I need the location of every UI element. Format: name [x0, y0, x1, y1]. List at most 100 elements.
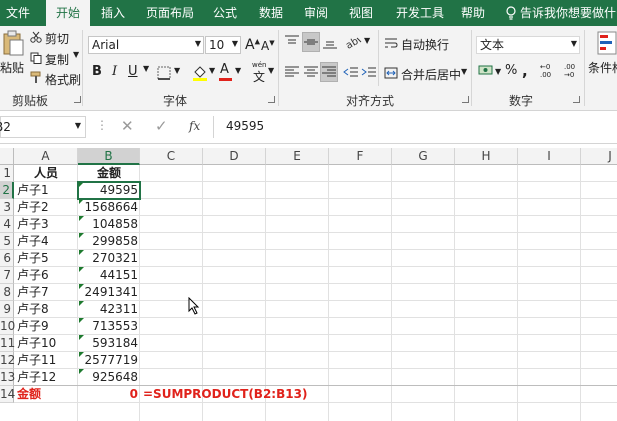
- cancel-entry-icon[interactable]: ✕: [121, 117, 134, 135]
- column-header-f[interactable]: F: [329, 148, 392, 165]
- number-launcher-icon[interactable]: [573, 96, 580, 103]
- underline-button[interactable]: U: [128, 64, 138, 79]
- paste-button[interactable]: 粘贴: [0, 59, 24, 76]
- cell-amount[interactable]: 42311: [78, 301, 140, 318]
- row-header[interactable]: 10: [0, 318, 15, 335]
- align-right-icon[interactable]: [321, 64, 337, 80]
- tab-developer[interactable]: 开发工具: [396, 0, 444, 26]
- tab-home[interactable]: 开始: [46, 0, 90, 26]
- cell-name[interactable]: 卢子7: [14, 284, 78, 301]
- worksheet-grid[interactable]: A B C D E F G H I J 1 人员 金额 2 卢子1 49595 3 卢子2 1568664 4 卢子3 1…: [0, 148, 617, 421]
- cell-amount[interactable]: 49595: [78, 182, 140, 199]
- cell-amount[interactable]: 925648: [78, 369, 140, 386]
- row-header[interactable]: 2: [0, 182, 14, 199]
- format-painter-button[interactable]: 格式刷: [45, 71, 81, 88]
- column-header-g[interactable]: G: [392, 148, 455, 165]
- row-header[interactable]: 8: [0, 284, 14, 301]
- row-header[interactable]: 5: [0, 233, 14, 250]
- copy-button[interactable]: 复制: [45, 51, 69, 68]
- cell-name[interactable]: 卢子12: [14, 369, 78, 386]
- increase-font-size-icon[interactable]: A▲: [245, 37, 260, 53]
- bold-button[interactable]: B: [92, 64, 102, 79]
- cell-name[interactable]: 卢子3: [14, 216, 78, 233]
- align-left-icon[interactable]: [284, 64, 300, 80]
- cell-amount[interactable]: 713553: [78, 318, 140, 335]
- tab-formulas[interactable]: 公式: [213, 0, 237, 26]
- font-size-select[interactable]: 10 ▼: [205, 36, 241, 54]
- cell-amount[interactable]: 2491341: [78, 284, 140, 301]
- increase-decimal-icon[interactable]: ←0.00: [540, 63, 551, 79]
- column-header-c[interactable]: C: [140, 148, 203, 165]
- column-header-e[interactable]: E: [266, 148, 329, 165]
- merge-center-button[interactable]: 合并后居中: [401, 66, 461, 83]
- row-header[interactable]: 6: [0, 250, 14, 267]
- cell-amount[interactable]: 0: [78, 386, 140, 403]
- row-header[interactable]: 11: [0, 335, 15, 352]
- wrap-text-button[interactable]: 自动换行: [401, 36, 449, 53]
- conditional-formatting-button[interactable]: 条件格式: [588, 59, 617, 76]
- cell-name[interactable]: 卢子10: [14, 335, 78, 352]
- cell-amount[interactable]: 1568664: [78, 199, 140, 216]
- decrease-indent-icon[interactable]: [343, 64, 359, 80]
- tab-view[interactable]: 视图: [349, 0, 373, 26]
- conditional-formatting-icon[interactable]: [597, 31, 617, 55]
- cell-name[interactable]: 卢子8: [14, 301, 78, 318]
- paste-icon[interactable]: [2, 30, 24, 56]
- cell-amount[interactable]: 270321: [78, 250, 140, 267]
- header-cell-amount[interactable]: 金额: [78, 165, 140, 182]
- row-header[interactable]: 4: [0, 216, 14, 233]
- accounting-dropdown-icon[interactable]: ▼: [495, 67, 501, 76]
- cell-formula-text[interactable]: =SUMPRODUCT(B2:B13): [141, 386, 341, 403]
- cell-name[interactable]: 卢子1: [14, 182, 78, 199]
- cell-name[interactable]: 卢子5: [14, 250, 78, 267]
- border-icon[interactable]: [157, 66, 171, 80]
- cell-amount[interactable]: 44151: [78, 267, 140, 284]
- column-header-j[interactable]: J: [581, 148, 617, 165]
- cell-name[interactable]: 金额: [14, 386, 78, 403]
- alignment-launcher-icon[interactable]: [462, 96, 469, 103]
- cell-amount[interactable]: 299858: [78, 233, 140, 250]
- orientation-icon[interactable]: ab: [345, 34, 363, 50]
- column-header-h[interactable]: H: [455, 148, 518, 165]
- header-cell-name[interactable]: 人员: [14, 165, 78, 182]
- align-bottom-icon[interactable]: [322, 34, 338, 50]
- cell-name[interactable]: 卢子6: [14, 267, 78, 284]
- merge-dropdown-icon[interactable]: ▼: [461, 67, 467, 76]
- cell-name[interactable]: 卢子2: [14, 199, 78, 216]
- row-header[interactable]: 9: [0, 301, 14, 318]
- row-header[interactable]: 7: [0, 267, 14, 284]
- underline-dropdown-icon[interactable]: ▼: [143, 64, 149, 73]
- tab-page-layout[interactable]: 页面布局: [146, 0, 194, 26]
- italic-button[interactable]: I: [112, 64, 117, 79]
- tab-file[interactable]: 文件: [6, 0, 30, 26]
- align-center-icon[interactable]: [303, 64, 319, 80]
- column-header-d[interactable]: D: [203, 148, 266, 165]
- font-color-dropdown-icon[interactable]: ▼: [235, 66, 241, 75]
- formula-input[interactable]: 49595: [213, 116, 617, 138]
- tab-insert[interactable]: 插入: [101, 0, 125, 26]
- tab-review[interactable]: 审阅: [304, 0, 328, 26]
- cell-name[interactable]: 卢子9: [14, 318, 78, 335]
- font-name-select[interactable]: Arial ▼: [88, 36, 204, 54]
- tab-data[interactable]: 数据: [259, 0, 283, 26]
- cut-button[interactable]: 剪切: [45, 30, 69, 47]
- row-header[interactable]: 3: [0, 199, 14, 216]
- comma-style-icon[interactable]: ,: [522, 62, 528, 80]
- font-launcher-icon[interactable]: [268, 96, 275, 103]
- decrease-font-size-icon[interactable]: A▼: [261, 39, 275, 53]
- fill-color-icon[interactable]: [192, 64, 208, 82]
- column-header-a[interactable]: A: [14, 148, 78, 165]
- confirm-entry-icon[interactable]: ✓: [155, 117, 168, 135]
- align-top-icon[interactable]: [284, 34, 300, 50]
- accounting-format-icon[interactable]: [478, 64, 494, 78]
- cell-name[interactable]: 卢子4: [14, 233, 78, 250]
- decrease-decimal-icon[interactable]: .00 →0: [564, 63, 575, 79]
- row-header[interactable]: 14: [0, 386, 15, 403]
- row-header[interactable]: 13: [0, 369, 15, 386]
- row-header[interactable]: 12: [0, 352, 15, 369]
- percent-style-icon[interactable]: %: [505, 63, 517, 78]
- font-color-icon[interactable]: A: [220, 62, 229, 77]
- fill-color-dropdown-icon[interactable]: ▼: [209, 66, 215, 75]
- orientation-dropdown-icon[interactable]: ▼: [364, 36, 370, 45]
- select-all-corner[interactable]: [0, 148, 14, 165]
